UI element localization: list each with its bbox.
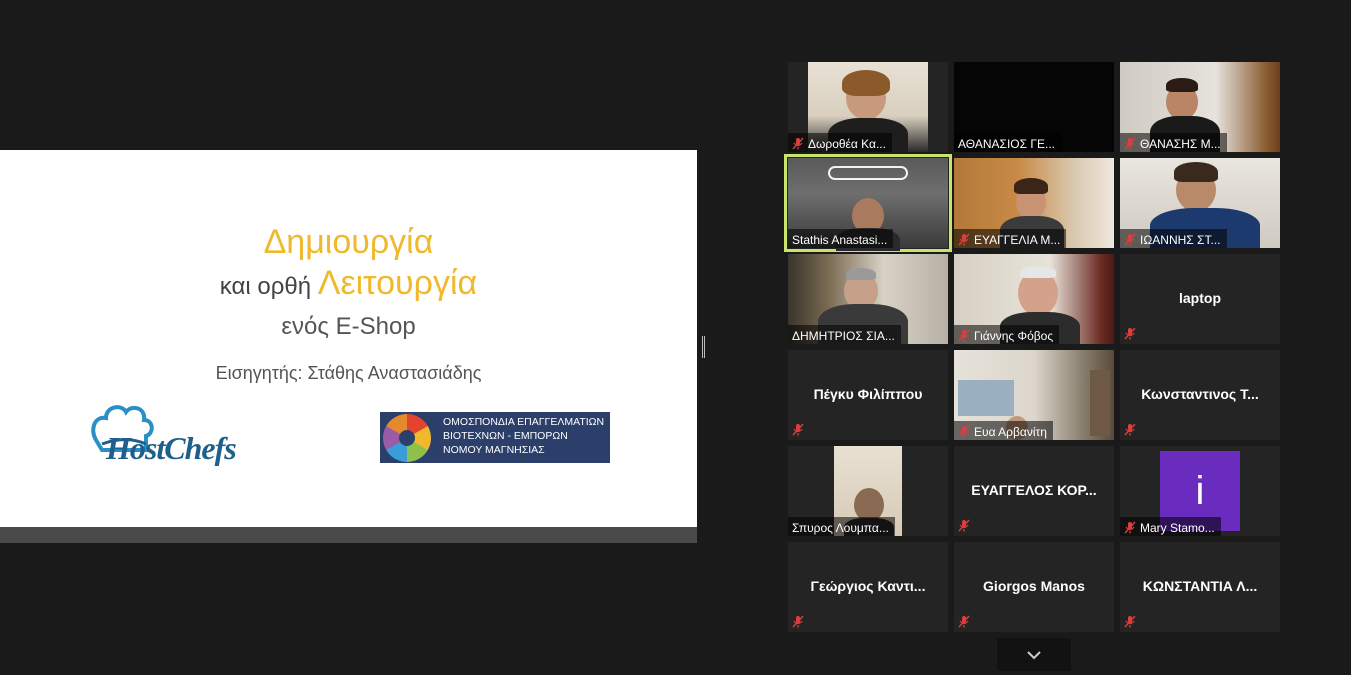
participant-tile[interactable]: Πέγκυ Φιλίππου (788, 350, 948, 440)
participant-name: ΕΥΑΓΓΕΛΟΣ ΚΟΡ... (971, 482, 1097, 498)
participant-name: ΑΘΑΝΑΣΙΟΣ ΓΕ... (958, 136, 1055, 151)
participant-tile[interactable]: ΘΑΝΑΣΗΣ Μ... (1120, 62, 1280, 152)
muted-mic-icon (1124, 521, 1136, 534)
participant-name: ΕΥΑΓΓΕΛΙΑ Μ... (974, 232, 1061, 247)
participant-name: Σπυρος Λουμπα... (792, 520, 889, 535)
participant-tile[interactable]: Giorgos Manos (954, 542, 1114, 632)
participant-tile[interactable]: ΑΘΑΝΑΣΙΟΣ ΓΕ... (954, 62, 1114, 152)
muted-mic-icon (1124, 233, 1136, 246)
muted-mic-icon (958, 233, 970, 246)
chevron-down-icon (1027, 650, 1041, 659)
participant-name: Κωνσταντινος Τ... (1141, 386, 1259, 402)
muted-mic-icon (1124, 327, 1136, 340)
participant-tile[interactable]: laptop (1120, 254, 1280, 344)
muted-mic-icon (792, 137, 804, 150)
muted-mic-icon (958, 519, 970, 532)
participant-name: Γεώργιος Καντι... (810, 578, 926, 594)
federation-logo: ΟΜΟΣΠΟΝΔΙΑ ΕΠΑΓΓΕΛΜΑΤΙΩΝ ΒΙΟΤΕΧΝΩΝ - ΕΜΠ… (380, 412, 610, 463)
participant-name: Γιάννης Φόβος (974, 328, 1054, 343)
slide-title-line2: και ορθή Λειτουργία (0, 264, 697, 303)
participant-name: ΚΩΝΣΤΑΝΤΙΑ Λ... (1142, 578, 1258, 594)
participant-name-label: Ευα Αρβανίτη (954, 421, 1053, 440)
participant-tile[interactable]: Δωροθέα Κα... (788, 62, 948, 152)
muted-mic-icon (958, 615, 970, 628)
participant-tile[interactable]: ΔΗΜΗΤΡΙΟΣ ΣΙΑ... (788, 254, 948, 344)
participant-name: Giorgos Manos (983, 578, 1085, 594)
muted-mic-icon (792, 423, 804, 436)
participant-tile[interactable]: Γεώργιος Καντι... (788, 542, 948, 632)
participant-tile[interactable]: Γιάννης Φόβος (954, 254, 1114, 344)
participant-tile[interactable]: ΕΥΑΓΓΕΛΙΑ Μ... (954, 158, 1114, 248)
participant-name: Δωροθέα Κα... (808, 136, 886, 151)
hostchefs-logo-text: HostChefs (106, 430, 237, 466)
muted-mic-icon (792, 615, 804, 628)
gallery-scroll-down-button[interactable] (997, 638, 1071, 671)
participant-name-label: ΑΘΑΝΑΣΙΟΣ ΓΕ... (954, 133, 1061, 152)
federation-name-line: ΝΟΜΟΥ ΜΑΓΝΗΣΙΑΣ (443, 444, 545, 456)
meeting-window: Δημιουργία και ορθή Λειτουργία ενός E-Sh… (0, 0, 1351, 675)
participant-name: Mary Stamo... (1140, 520, 1215, 535)
slide-title-line3: ενός E-Shop (281, 313, 416, 340)
muted-mic-icon (1124, 137, 1136, 150)
federation-name-line: ΟΜΟΣΠΟΝΔΙΑ ΕΠΑΓΓΕΛΜΑΤΙΩΝ (443, 416, 605, 428)
participant-name: Πέγκυ Φιλίππου (813, 386, 923, 402)
avatar-letter: i (1195, 468, 1205, 513)
muted-mic-icon (958, 425, 970, 438)
participant-tile[interactable]: Κωνσταντινος Τ... (1120, 350, 1280, 440)
hostchefs-logo: HostChefs (88, 400, 273, 470)
slide-bottom-bar (0, 527, 697, 543)
participant-name-label: Σπυρος Λουμπα... (788, 517, 895, 536)
participant-name: Stathis Anastasi... (792, 232, 888, 247)
participant-name: ΔΗΜΗΤΡΙΟΣ ΣΙΑ... (792, 328, 895, 343)
participant-name: ΙΩΑΝΝΗΣ ΣΤ... (1140, 232, 1221, 247)
participant-name-label: Mary Stamo... (1120, 517, 1221, 536)
muted-mic-icon (958, 329, 970, 342)
participant-tile[interactable]: ΙΩΑΝΝΗΣ ΣΤ... (1120, 158, 1280, 248)
participant-tile[interactable]: ΚΩΝΣΤΑΝΤΙΑ Λ... (1120, 542, 1280, 632)
muted-mic-icon (1124, 615, 1136, 628)
slide-title-line2-accent: Λειτουργία (317, 264, 478, 302)
participant-name-label: Stathis Anastasi... (788, 229, 894, 248)
participant-tile[interactable]: ΕΥΑΓΓΕΛΟΣ ΚΟΡ... (954, 446, 1114, 536)
participant-name: Ευα Αρβανίτη (974, 424, 1047, 439)
participant-name: ΘΑΝΑΣΗΣ Μ... (1140, 136, 1221, 151)
participant-name-label: ΔΗΜΗΤΡΙΟΣ ΣΙΑ... (788, 325, 901, 344)
participant-tile[interactable]: Ευα Αρβανίτη (954, 350, 1114, 440)
split-view-handle[interactable] (702, 336, 705, 358)
slide-title-line2-prefix: και ορθή (219, 273, 318, 300)
slide-title-line1: Δημιουργία (263, 223, 434, 261)
participant-name: laptop (1179, 290, 1221, 306)
participant-name-label: Δωροθέα Κα... (788, 133, 892, 152)
participant-tile-active-speaker[interactable]: Stathis Anastasi... (784, 154, 952, 252)
shared-screen-slide: Δημιουργία και ορθή Λειτουργία ενός E-Sh… (0, 150, 697, 527)
participant-name-label: Γιάννης Φόβος (954, 325, 1060, 344)
muted-mic-icon (1124, 423, 1136, 436)
participant-name-label: ΙΩΑΝΝΗΣ ΣΤ... (1120, 229, 1227, 248)
federation-emblem-icon (383, 414, 431, 462)
federation-name: ΟΜΟΣΠΟΝΔΙΑ ΕΠΑΓΓΕΛΜΑΤΙΩΝ ΒΙΟΤΕΧΝΩΝ - ΕΜΠ… (443, 415, 604, 457)
federation-name-line: ΒΙΟΤΕΧΝΩΝ - ΕΜΠΟΡΩΝ (443, 430, 568, 442)
participant-name-label: ΕΥΑΓΓΕΛΙΑ Μ... (954, 229, 1067, 248)
slide-presenter: Εισηγητής: Στάθης Αναστασιάδης (215, 363, 482, 383)
participant-name-label: ΘΑΝΑΣΗΣ Μ... (1120, 133, 1227, 152)
participant-tile[interactable]: Σπυρος Λουμπα... (788, 446, 948, 536)
participant-tile[interactable]: i Mary Stamo... (1120, 446, 1280, 536)
